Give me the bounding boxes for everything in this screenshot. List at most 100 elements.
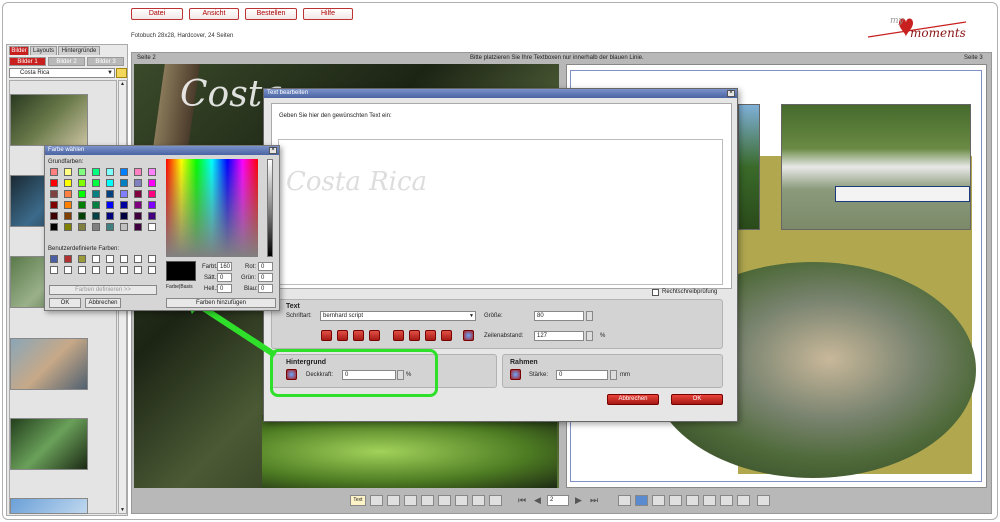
color-swatch[interactable] xyxy=(148,168,156,176)
size-input[interactable]: 80 xyxy=(534,311,584,321)
photo-river-boats[interactable] xyxy=(781,104,971,230)
align-top-icon[interactable] xyxy=(703,495,716,506)
color-swatch[interactable] xyxy=(64,255,72,263)
color-swatch[interactable] xyxy=(50,266,58,274)
color-swatch[interactable] xyxy=(78,223,86,231)
color-swatch[interactable] xyxy=(78,179,86,187)
first-page-icon[interactable]: ⏮ xyxy=(518,495,526,506)
color-swatch[interactable] xyxy=(64,190,72,198)
align-right-edge-icon[interactable] xyxy=(686,495,699,506)
tab-backgrounds[interactable]: Hintergründe xyxy=(58,46,100,55)
color-swatch[interactable] xyxy=(64,266,72,274)
tab-layouts[interactable]: Layouts xyxy=(30,46,57,55)
color-swatch[interactable] xyxy=(50,212,58,220)
thumbnail-image[interactable] xyxy=(10,418,88,470)
color-swatch[interactable] xyxy=(106,223,114,231)
color-swatch[interactable] xyxy=(120,266,128,274)
color-swatch[interactable] xyxy=(106,168,114,176)
color-swatch[interactable] xyxy=(148,190,156,198)
thumbnail-image[interactable] xyxy=(10,94,88,146)
grid-icon[interactable] xyxy=(757,495,770,506)
font-select[interactable]: bernhard script xyxy=(320,311,476,321)
thumbnail-image[interactable] xyxy=(10,338,88,390)
color-swatch[interactable] xyxy=(64,201,72,209)
color-swatch[interactable] xyxy=(106,190,114,198)
scroll-down-icon[interactable]: ▼ xyxy=(120,507,125,513)
color-spectrum[interactable] xyxy=(166,159,258,257)
align-center-icon[interactable] xyxy=(337,330,348,341)
color-swatch[interactable] xyxy=(106,266,114,274)
color-swatch[interactable] xyxy=(134,212,142,220)
color-swatch[interactable] xyxy=(148,212,156,220)
color-swatch[interactable] xyxy=(78,201,86,209)
image-tool-icon[interactable] xyxy=(370,495,383,506)
color-swatch[interactable] xyxy=(148,255,156,263)
align-left-edge-icon[interactable] xyxy=(652,495,665,506)
close-icon[interactable]: × xyxy=(269,147,277,154)
color-swatch[interactable] xyxy=(50,179,58,187)
chevron-down-icon[interactable]: ▼ xyxy=(107,70,113,76)
color-swatch[interactable] xyxy=(92,266,100,274)
color-swatch[interactable] xyxy=(106,201,114,209)
last-page-icon[interactable]: ⏭ xyxy=(590,495,598,506)
menu-file-button[interactable]: Datei xyxy=(131,8,183,20)
add-color-button[interactable]: Farben hinzufügen xyxy=(166,298,276,308)
frame-tool-icon[interactable] xyxy=(387,495,400,506)
color-swatch[interactable] xyxy=(92,179,100,187)
photo-river-left[interactable] xyxy=(738,104,760,230)
align-vcenter-icon[interactable] xyxy=(669,495,682,506)
color-swatch[interactable] xyxy=(120,255,128,263)
frame-color-icon[interactable] xyxy=(510,369,521,380)
text-input-area[interactable] xyxy=(278,139,723,285)
align-right-icon[interactable] xyxy=(353,330,364,341)
color-swatch[interactable] xyxy=(50,223,58,231)
close-icon[interactable]: × xyxy=(727,90,735,97)
chevron-down-icon[interactable]: ▼ xyxy=(469,313,474,319)
subtab-images-3[interactable]: Bilder 3 xyxy=(87,57,124,66)
sat-input[interactable]: 0 xyxy=(217,273,232,282)
align-bottom-icon[interactable] xyxy=(737,495,750,506)
color-swatch[interactable] xyxy=(148,201,156,209)
folder-select[interactable]: Costa Rica xyxy=(9,68,115,78)
next-page-icon[interactable]: ▶ xyxy=(575,495,582,506)
size-stepper[interactable] xyxy=(586,311,593,321)
align-hcenter-icon[interactable] xyxy=(720,495,733,506)
menu-order-button[interactable]: Bestellen xyxy=(245,8,297,20)
color-swatch[interactable] xyxy=(134,201,142,209)
color-ok-button[interactable]: OK xyxy=(49,298,81,308)
color-swatch[interactable] xyxy=(78,212,86,220)
strength-stepper[interactable] xyxy=(610,370,617,380)
scroll-up-icon[interactable]: ▲ xyxy=(120,81,125,87)
subtab-images-2[interactable]: Bilder 2 xyxy=(48,57,85,66)
color-swatch[interactable] xyxy=(120,168,128,176)
color-swatch[interactable] xyxy=(78,255,86,263)
subtab-images-1[interactable]: Bilder 1 xyxy=(9,57,46,66)
color-swatch[interactable] xyxy=(64,168,72,176)
color-swatch[interactable] xyxy=(106,179,114,187)
color-swatch[interactable] xyxy=(148,223,156,231)
page-number-input[interactable]: 2 xyxy=(547,495,569,506)
color-swatch[interactable] xyxy=(92,168,100,176)
color-swatch[interactable] xyxy=(134,255,142,263)
luminance-slider[interactable] xyxy=(267,159,273,257)
line-spacing-stepper[interactable] xyxy=(586,331,593,341)
color-swatch[interactable] xyxy=(50,168,58,176)
color-swatch[interactable] xyxy=(64,179,72,187)
color-swatch[interactable] xyxy=(134,266,142,274)
lum-input[interactable]: 0 xyxy=(217,284,232,293)
text-tool-button[interactable]: Text xyxy=(350,495,366,506)
send-back-icon[interactable] xyxy=(472,495,485,506)
color-swatch[interactable] xyxy=(64,212,72,220)
color-swatch[interactable] xyxy=(78,266,86,274)
color-swatch[interactable] xyxy=(120,223,128,231)
bring-front-icon[interactable] xyxy=(455,495,468,506)
color-swatch[interactable] xyxy=(92,201,100,209)
color-swatch[interactable] xyxy=(64,223,72,231)
text-color-icon[interactable] xyxy=(463,330,474,341)
color-swatch[interactable] xyxy=(50,190,58,198)
red-input[interactable]: 0 xyxy=(258,262,273,271)
align-justify-icon[interactable] xyxy=(369,330,380,341)
underline-icon[interactable] xyxy=(425,330,436,341)
define-colors-button[interactable]: Farben definieren >> xyxy=(49,285,157,295)
strength-input[interactable]: 0 xyxy=(556,370,608,380)
